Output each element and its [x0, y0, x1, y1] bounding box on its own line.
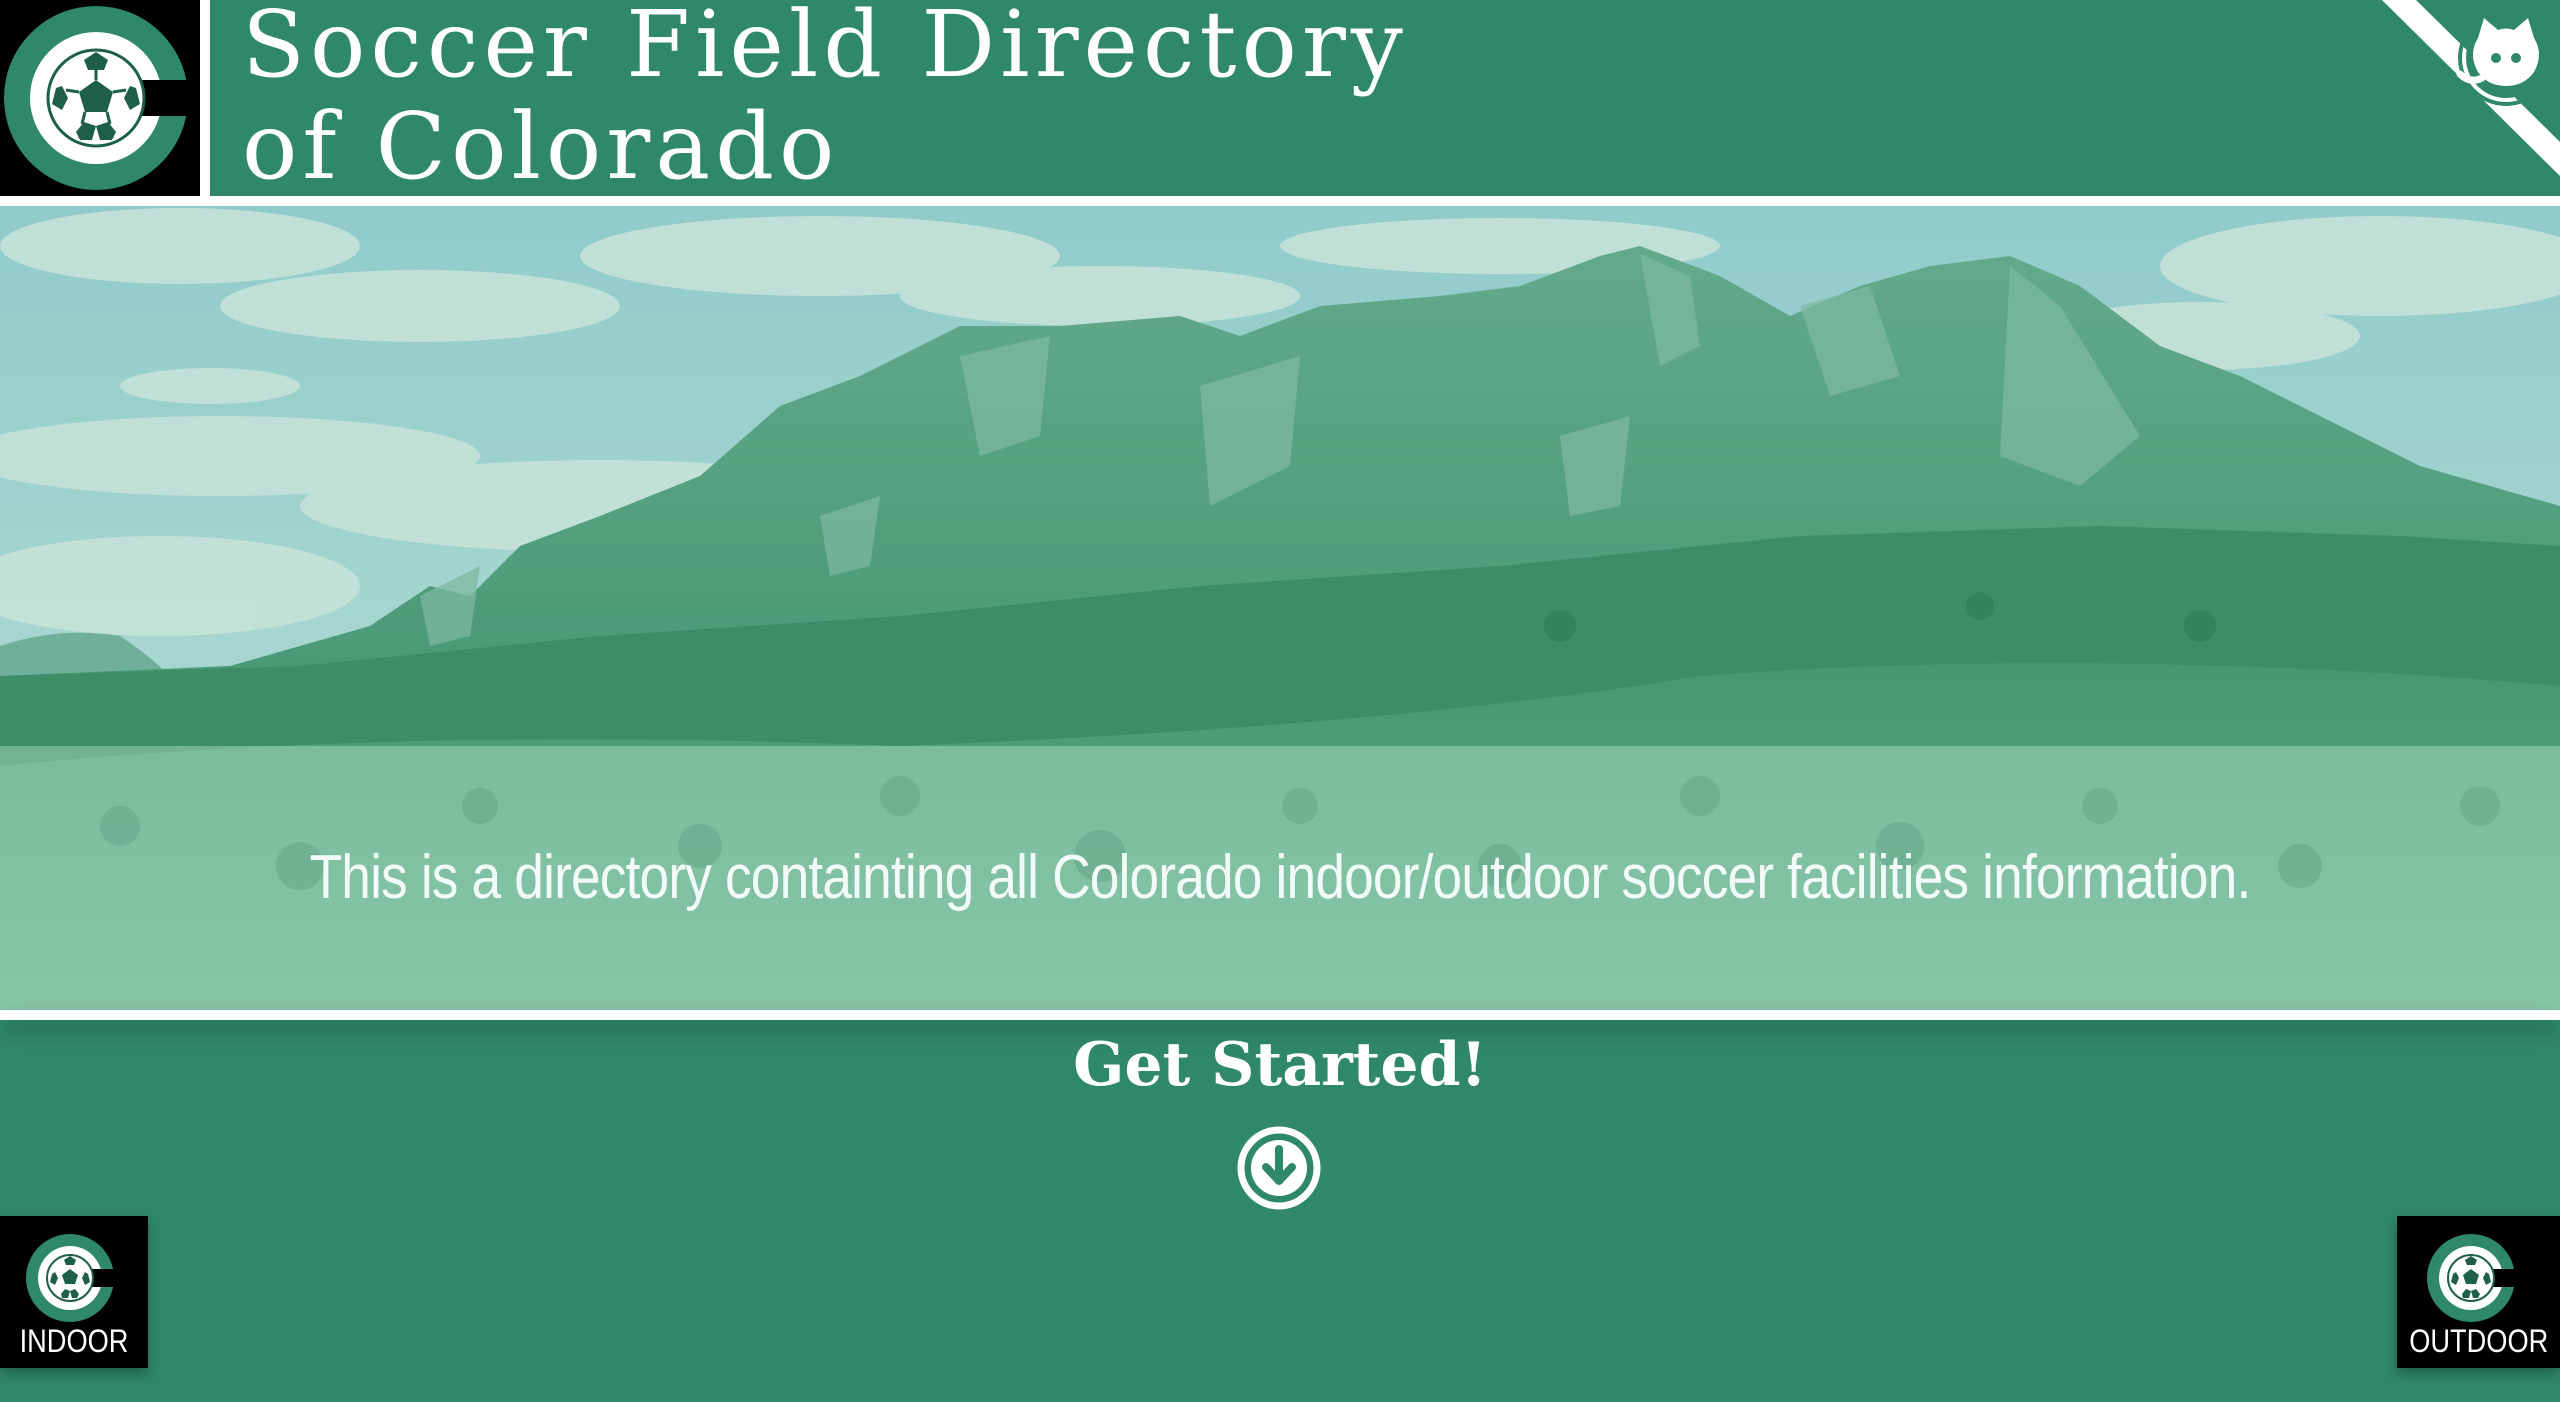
github-octocat-icon — [2456, 10, 2554, 106]
outdoor-button-label: OUTDOOR — [2409, 1323, 2549, 1359]
indoor-button[interactable]: INDOOR — [0, 1216, 148, 1368]
tagline-band: This is a directory containting all Colo… — [0, 746, 2560, 1010]
page-title: Soccer Field Directory of Colorado — [242, 0, 1408, 198]
get-started-button[interactable]: Get Started! — [1030, 1030, 1530, 1220]
hero-tagline: This is a directory containting all Colo… — [309, 843, 2252, 912]
hero-divider — [0, 1010, 2560, 1020]
colorado-soccer-logo-icon — [4, 6, 200, 190]
page-title-line-2: of Colorado — [242, 93, 840, 200]
colorado-soccer-logo-icon — [26, 1234, 120, 1322]
outdoor-button[interactable]: OUTDOOR — [2397, 1216, 2560, 1368]
site-header: Soccer Field Directory of Colorado — [0, 0, 2560, 206]
get-started-label: Get Started! — [1073, 1030, 1487, 1100]
colorado-soccer-logo-icon — [2427, 1234, 2521, 1322]
hero-banner: This is a directory containting all Colo… — [0, 206, 2560, 1010]
arrow-down-circle-icon — [1237, 1126, 1321, 1210]
github-corner-link[interactable] — [2360, 0, 2560, 196]
page-title-line-1: Soccer Field Directory — [242, 0, 1408, 98]
site-logo[interactable] — [0, 0, 200, 196]
indoor-button-label: INDOOR — [19, 1323, 129, 1359]
